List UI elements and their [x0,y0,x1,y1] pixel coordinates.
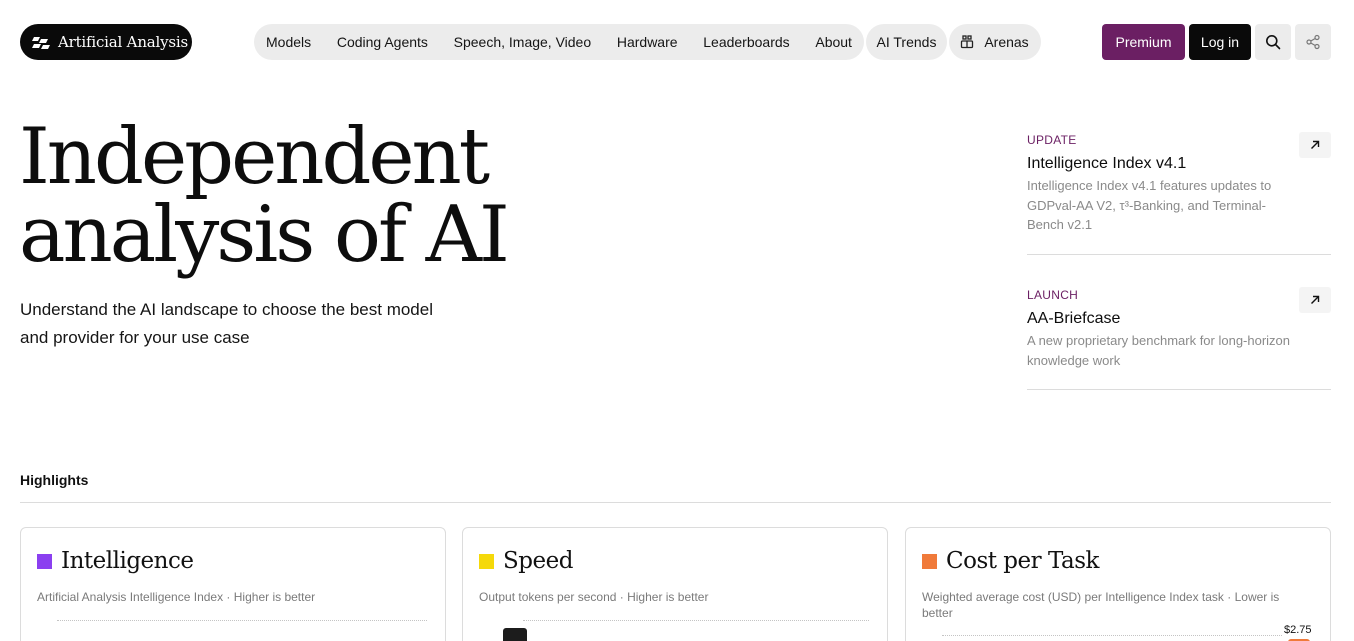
arrow-up-right-icon [1311,140,1320,149]
share-button[interactable] [1295,24,1331,60]
nav-item-arenas[interactable]: Arenas [949,24,1041,60]
nav-item-models[interactable]: Models [265,34,312,50]
arrow-up-right-icon [1311,295,1320,304]
card-title: Cost per Task [946,548,1099,574]
news-title: AA-Briefcase [1027,310,1121,327]
chart-bar[interactable] [503,628,527,641]
news-tag: LAUNCH [1027,288,1079,302]
cost-swatch [922,553,937,569]
card-title: Speed [503,548,573,574]
logo-mark-icon [32,37,50,49]
nav-item-arenas-label: Arenas [984,34,1029,50]
login-button[interactable]: Log in [1189,24,1251,60]
share-icon [1306,34,1320,50]
news-item-launch[interactable]: LAUNCH AA-Briefcase A new proprietary be… [1027,287,1331,390]
hero-subtitle: Understand the AI landscape to choose th… [20,300,433,347]
news-title: Intelligence Index v4.1 [1027,155,1187,172]
nav-item-about[interactable]: About [814,34,853,50]
nav-item-ai-trends-label: AI Trends [876,34,937,50]
search-button[interactable] [1255,24,1291,60]
search-icon [1266,35,1281,50]
highlight-card-speed[interactable]: Speed Output tokens per second · Higher … [462,527,888,641]
card-subtitle: Artificial Analysis Intelligence Index ·… [37,590,316,604]
news-item-update[interactable]: UPDATE Intelligence Index v4.1 Intellige… [1027,132,1331,255]
premium-button[interactable]: Premium [1102,24,1185,60]
bar-value-label: $2.75 [1284,624,1312,636]
card-title: Intelligence [61,548,194,574]
chart-gridline [57,620,427,621]
logo-text: Artificial Analysis [58,33,188,51]
intelligence-swatch [37,553,52,569]
nav-item-coding-agents[interactable]: Coding Agents [336,34,429,50]
card-subtitle: Weighted average cost (USD) per Intellig… [922,590,1280,620]
news-tag: UPDATE [1027,133,1077,147]
nav-item-ai-trends[interactable]: AI Trends [866,24,947,60]
card-header: Intelligence [37,548,194,574]
main-nav: Models Coding Agents Speech, Image, Vide… [254,24,864,60]
chart-gridline [942,635,1282,636]
highlight-card-cost-per-task[interactable]: Cost per Task Weighted average cost (USD… [905,527,1331,641]
chart-gridline [523,620,869,621]
speed-swatch [479,553,494,569]
news-link-button[interactable] [1299,287,1331,313]
card-subtitle: Output tokens per second · Higher is bet… [479,590,709,604]
highlights-divider [20,502,1331,503]
arena-icon [961,35,974,49]
news-description: A new proprietary benchmark for long-hor… [1027,333,1291,368]
highlights-heading: Highlights [20,472,89,488]
nav-item-leaderboards[interactable]: Leaderboards [702,34,790,50]
nav-item-hardware[interactable]: Hardware [616,34,679,50]
highlight-card-intelligence[interactable]: Intelligence Artificial Analysis Intelli… [20,527,446,641]
card-header: Cost per Task [922,548,1099,574]
nav-item-speech-image-video[interactable]: Speech, Image, Video [453,34,593,50]
news-link-button[interactable] [1299,132,1331,158]
hero-title-line-2: analysis of AI [19,190,510,280]
card-header: Speed [479,548,573,574]
hero-title: Independent analysis of AI [19,118,579,274]
news-description: Intelligence Index v4.1 features updates… [1027,178,1272,232]
logo[interactable]: Artificial Analysis [20,24,192,60]
hero-title-line-1: Independent [19,112,490,202]
